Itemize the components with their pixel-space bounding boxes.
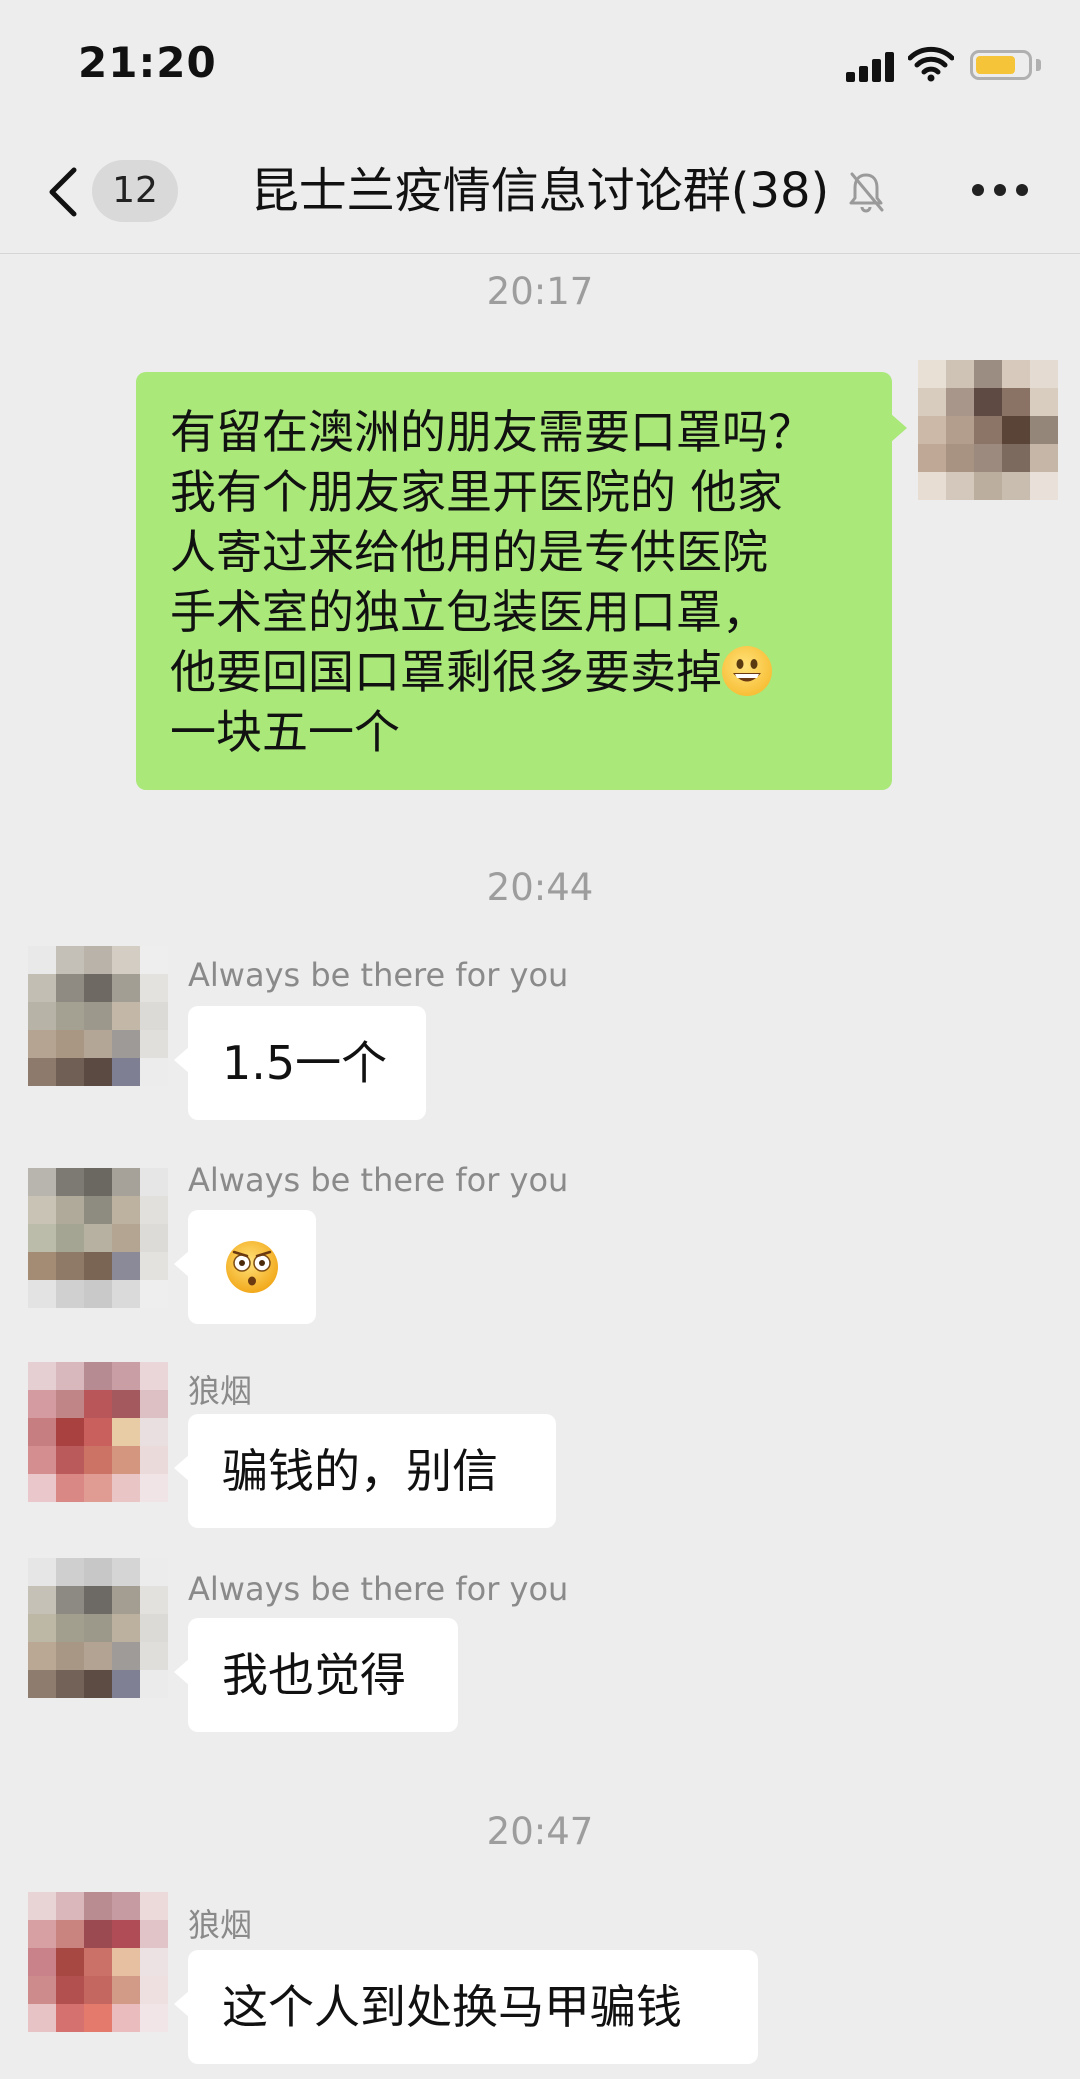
message-timestamp: 20:44 <box>486 866 594 909</box>
incoming-message-bubble[interactable]: 骗钱的，别信 <box>174 1414 556 1528</box>
message-text-line: 一块五一个 <box>170 705 400 759</box>
bell-slash-icon <box>849 172 884 213</box>
incoming-message-bubble[interactable]: 这个人到处换马甲骗钱 <box>174 1950 758 2064</box>
battery-cap <box>1036 59 1041 71</box>
sender-avatar[interactable] <box>28 1558 168 1698</box>
chat-title: 昆士兰疫情信息讨论群(38) <box>250 163 830 219</box>
message-text-line: 有留在澳洲的朋友需要口罩吗？ <box>170 405 814 459</box>
message-text-line: 他要回国口罩剩很多要卖掉 <box>170 642 858 702</box>
message-text: 骗钱的，别信 <box>222 1444 498 1498</box>
message-text-line: 手术室的独立包装医用口罩， <box>170 585 768 639</box>
chat-header: 12 昆士兰疫情信息讨论群(38) <box>0 130 1080 254</box>
message-text-line: 我有个朋友家里开医院的 他家 <box>170 465 783 519</box>
sender-name: Always be there for you <box>188 956 569 994</box>
flushed-face-emoji <box>226 1241 278 1293</box>
my-avatar[interactable] <box>918 360 1058 500</box>
incoming-message-bubble[interactable]: 1.5一个 <box>174 1006 426 1120</box>
message-text-line: 人寄过来给他用的是专供医院 <box>170 525 768 579</box>
message-text: 我也觉得 <box>222 1648 406 1702</box>
status-time: 21:20 <box>78 38 217 87</box>
sender-name: 狼烟 <box>188 1372 253 1410</box>
more-dots-icon[interactable] <box>972 184 1028 198</box>
message-timestamp: 20:17 <box>486 270 594 313</box>
sender-name: Always be there for you <box>188 1570 569 1608</box>
message-text: 这个人到处换马甲骗钱 <box>222 1980 682 2034</box>
sender-avatar[interactable] <box>28 1362 168 1502</box>
status-bar: 21:20 <box>0 0 1080 130</box>
wifi-icon <box>908 46 954 82</box>
grinning-face-emoji <box>722 646 772 696</box>
sender-avatar[interactable] <box>28 1168 168 1308</box>
sender-name: Always be there for you <box>188 1161 569 1199</box>
outgoing-message-bubble[interactable]: 有留在澳洲的朋友需要口罩吗？ 我有个朋友家里开医院的 他家 人寄过来给他用的是专… <box>136 372 907 790</box>
incoming-message-bubble[interactable]: 我也觉得 <box>174 1618 458 1732</box>
message-timestamp: 20:47 <box>486 1810 594 1853</box>
battery-icon <box>970 50 1032 80</box>
sender-name: 狼烟 <box>188 1906 253 1944</box>
sender-avatar[interactable] <box>28 1892 168 2032</box>
cellular-signal-icon <box>846 52 894 82</box>
incoming-message-bubble[interactable] <box>174 1210 316 1324</box>
sender-avatar[interactable] <box>28 946 168 1086</box>
message-text: 1.5一个 <box>222 1036 388 1090</box>
